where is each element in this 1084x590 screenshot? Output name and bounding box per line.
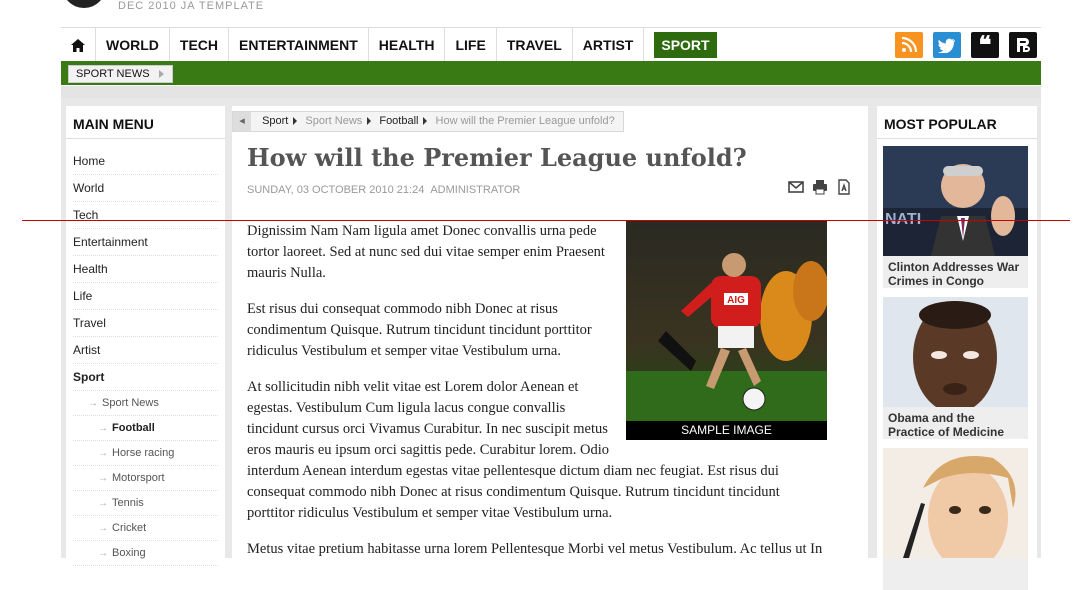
menu-item-motorsport[interactable]: → Motorsport xyxy=(73,466,218,491)
breadcrumb-item-football[interactable]: Football xyxy=(379,115,418,127)
article-author: ADMINISTRATOR xyxy=(430,184,521,196)
arrow-right-icon: → xyxy=(98,473,108,484)
left-column: MAIN MENU Home World Tech Entertainment … xyxy=(61,98,229,566)
arrow-right-icon: → xyxy=(98,548,108,559)
menu-item-sport-news-label: Sport News xyxy=(102,397,159,409)
nav-item-life[interactable]: LIFE xyxy=(445,28,497,62)
menu-item-cricket-label: Cricket xyxy=(112,522,147,534)
popular-thumbnail[interactable] xyxy=(883,297,1028,407)
menu-item-world[interactable]: World xyxy=(73,175,218,202)
popular-photo-1: NATI xyxy=(883,146,1028,256)
article-image: AIG xyxy=(626,221,827,421)
menu-item-tennis[interactable]: → Tennis xyxy=(73,491,218,516)
home-icon xyxy=(71,38,85,52)
menu-item-tennis-label: Tennis xyxy=(112,497,144,509)
rss-button[interactable] xyxy=(895,32,923,58)
popular-item[interactable] xyxy=(883,448,1028,590)
menu-item-sport-news[interactable]: → Sport News xyxy=(73,391,218,416)
nav-item-entertainment[interactable]: ENTERTAINMENT xyxy=(229,28,369,62)
breadcrumb-item-current: How will the Premier League unfold? xyxy=(435,115,615,127)
article-meta: SUNDAY, 03 OCTOBER 2010 21:24 ADMINISTRAT… xyxy=(247,184,520,196)
nav-home[interactable] xyxy=(61,28,96,62)
main-menu: Home World Tech Entertainment Health Lif… xyxy=(66,148,225,566)
main-menu-title: MAIN MENU xyxy=(66,106,225,139)
article-date: SUNDAY, 03 OCTOBER 2010 21:24 xyxy=(247,184,425,196)
menu-item-travel[interactable]: Travel xyxy=(73,310,218,337)
nav-item-world[interactable]: WORLD xyxy=(96,28,170,62)
menu-item-football[interactable]: → Football xyxy=(73,416,218,441)
site-subtitle: DEC 2010 JA TEMPLATE xyxy=(118,0,265,12)
menu-item-horse-racing[interactable]: → Horse racing xyxy=(73,441,218,466)
nav-item-sport-label: SPORT xyxy=(654,32,717,58)
menu-item-sport[interactable]: Sport xyxy=(73,364,218,391)
sub-nav: SPORT NEWS xyxy=(61,61,1041,85)
menu-item-health[interactable]: Health xyxy=(73,256,218,283)
arrow-right-icon: → xyxy=(98,423,108,434)
breadcrumb-item-sport-news[interactable]: Sport News xyxy=(305,115,362,127)
menu-item-home[interactable]: Home xyxy=(73,148,218,175)
popular-caption[interactable]: Obama and the Practice of Medicine xyxy=(883,407,1028,439)
menu-item-football-label: Football xyxy=(112,422,155,434)
nav-item-travel[interactable]: TRAVEL xyxy=(497,28,573,62)
image-caption: SAMPLE IMAGE xyxy=(626,421,827,440)
twitter-button[interactable] xyxy=(933,32,961,58)
arrow-right-icon: → xyxy=(88,398,98,409)
nav-item-artist[interactable]: ARTIST xyxy=(573,28,645,62)
menu-item-boxing[interactable]: → Boxing xyxy=(73,541,218,566)
email-icon[interactable] xyxy=(788,179,804,195)
pdf-icon[interactable] xyxy=(836,179,852,195)
menu-item-horse-racing-label: Horse racing xyxy=(112,447,175,459)
right-column: MOST POPULAR NATI Clinton Addresses War … xyxy=(873,98,1041,590)
popular-thumbnail[interactable] xyxy=(883,448,1028,558)
popular-item[interactable]: NATI Clinton Addresses War Crimes in Con… xyxy=(883,146,1028,288)
football-photo: AIG xyxy=(626,221,827,421)
guide-line xyxy=(22,220,1070,221)
arrow-right-icon: → xyxy=(98,523,108,534)
menu-item-entertainment[interactable]: Entertainment xyxy=(73,229,218,256)
breadcrumb-item-sport[interactable]: Sport xyxy=(262,115,288,127)
article-container: ◂ Sport Sport News Football How will the… xyxy=(232,106,868,566)
popular-caption[interactable]: Clinton Addresses War Crimes in Congo xyxy=(883,256,1028,288)
article-tools xyxy=(788,179,852,195)
print-icon[interactable] xyxy=(812,179,828,195)
popular-item[interactable]: Obama and the Practice of Medicine xyxy=(883,297,1028,439)
menu-item-artist[interactable]: Artist xyxy=(73,337,218,364)
rss-icon xyxy=(901,37,917,53)
breadcrumb: ◂ Sport Sport News Football How will the… xyxy=(232,111,624,132)
nav-item-tech[interactable]: TECH xyxy=(170,28,230,62)
menu-item-life[interactable]: Life xyxy=(73,283,218,310)
twitter-icon xyxy=(938,38,955,53)
divider-strip xyxy=(61,86,1041,98)
quote-button[interactable]: ❝ xyxy=(971,32,999,58)
article-body: AIG SAMPLE IMAGE Dignissim Nam Nam ligul… xyxy=(247,221,827,575)
arrow-right-icon: → xyxy=(98,498,108,509)
bookmark-icon xyxy=(1017,38,1030,52)
popular-thumbnail[interactable]: NATI xyxy=(883,146,1028,256)
breadcrumb-separator-icon xyxy=(293,117,298,126)
breadcrumb-back-icon[interactable]: ◂ xyxy=(233,112,251,131)
menu-item-tech[interactable]: Tech xyxy=(73,202,218,229)
menu-item-boxing-label: Boxing xyxy=(112,547,146,559)
menu-item-motorsport-label: Motorsport xyxy=(112,472,165,484)
article-title[interactable]: How will the Premier League unfold? xyxy=(247,143,747,172)
nav-item-health[interactable]: HEALTH xyxy=(369,28,446,62)
popular-photo-3 xyxy=(883,448,1028,558)
breadcrumb-separator-icon xyxy=(367,117,372,126)
menu-item-cricket[interactable]: → Cricket xyxy=(73,516,218,541)
main-nav: WORLD TECH ENTERTAINMENT HEALTH LIFE TRA… xyxy=(61,27,1041,63)
popular-caption[interactable] xyxy=(883,558,1028,590)
bookmark-button[interactable] xyxy=(1009,32,1037,58)
breadcrumb-separator-icon xyxy=(423,117,428,126)
quote-icon: ❝ xyxy=(978,30,992,59)
arrow-right-icon: → xyxy=(98,448,108,459)
jersey-sponsor: AIG xyxy=(727,295,745,306)
subnav-item-sport-news[interactable]: SPORT NEWS xyxy=(68,65,173,83)
popular-photo-2 xyxy=(883,297,1028,407)
article-paragraph: Metus vitae pretium habitasse urna lorem… xyxy=(247,541,823,557)
logo-mark xyxy=(62,0,106,8)
article-figure: AIG SAMPLE IMAGE xyxy=(626,221,827,440)
most-popular-title: MOST POPULAR xyxy=(877,106,1037,139)
center-column: ◂ Sport Sport News Football How will the… xyxy=(229,98,873,566)
nav-item-sport[interactable]: SPORT xyxy=(644,28,726,62)
